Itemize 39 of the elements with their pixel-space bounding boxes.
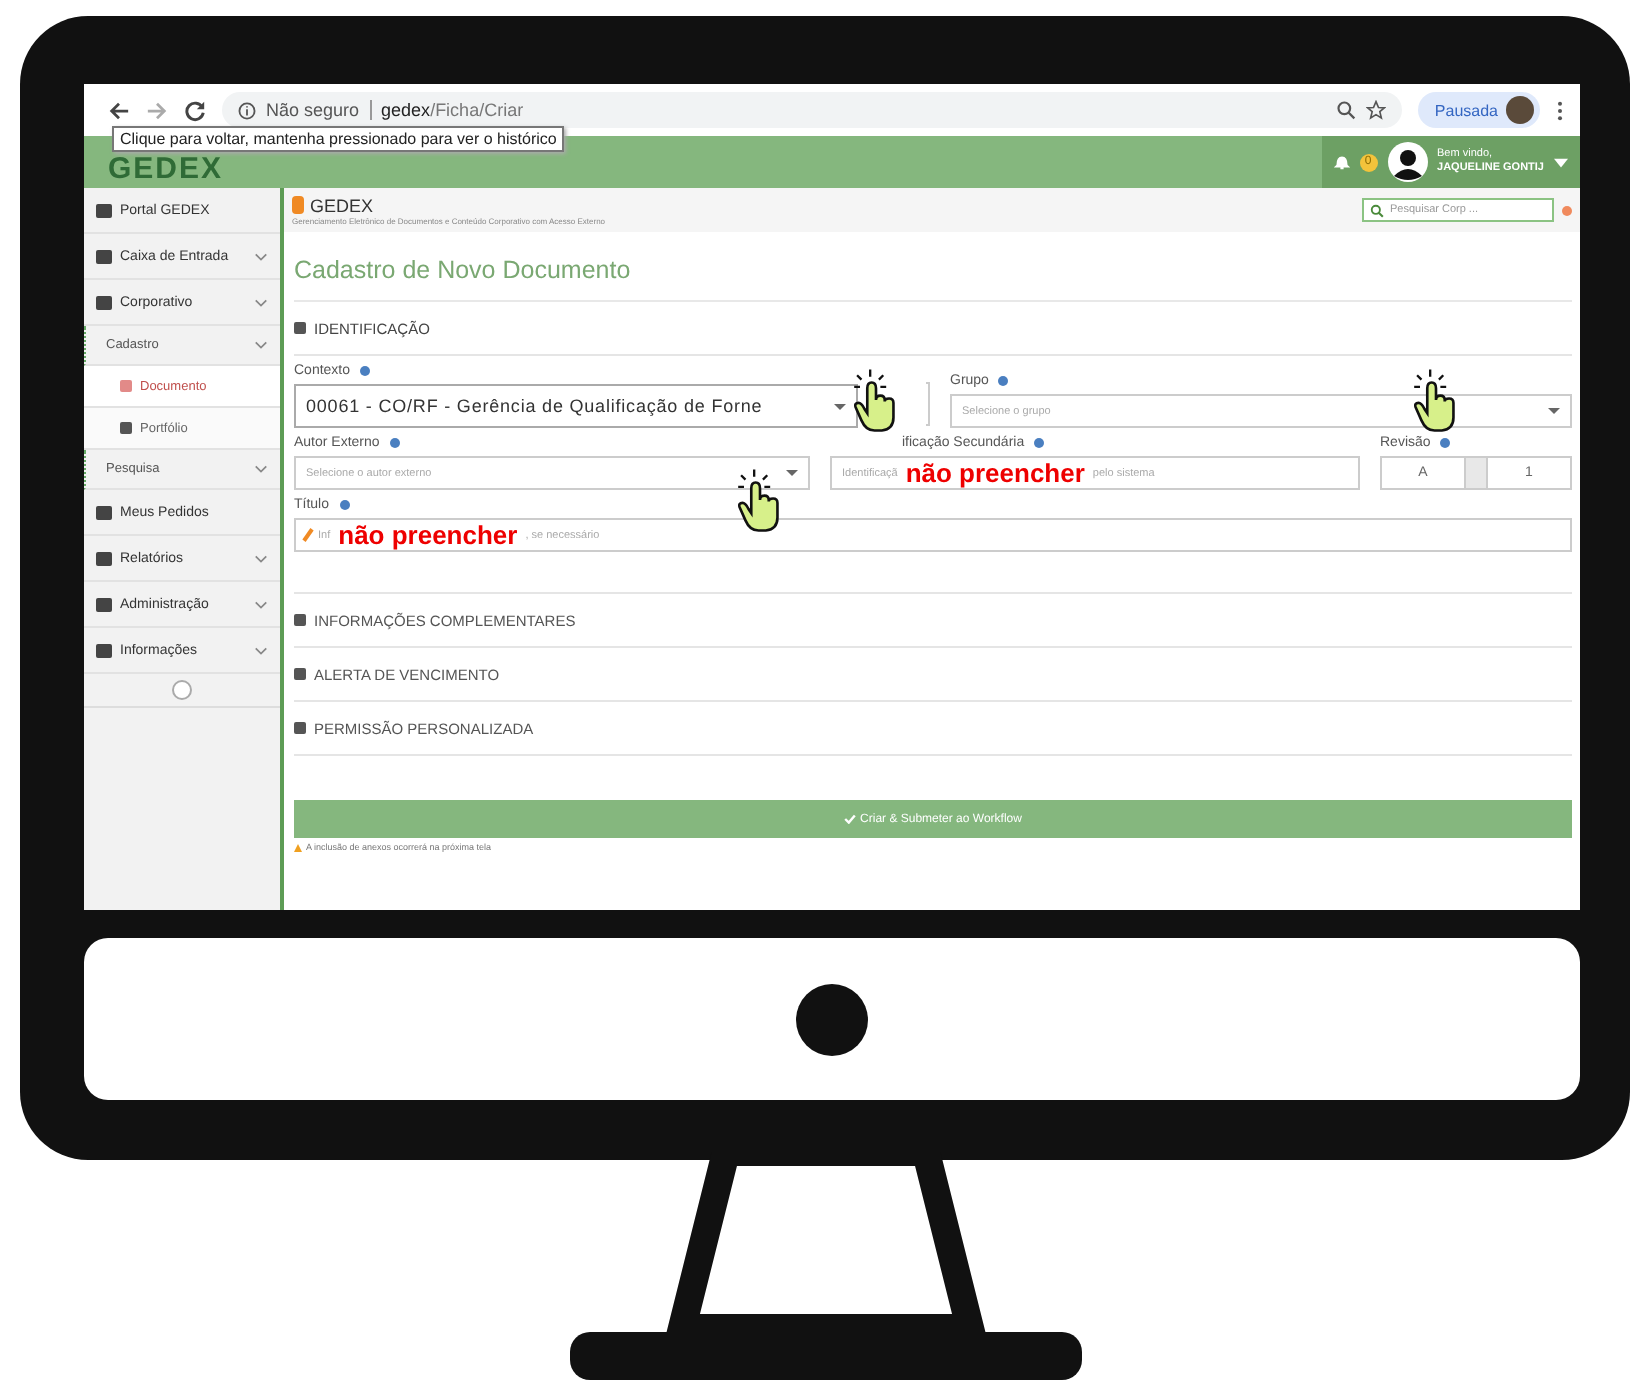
back-icon[interactable] xyxy=(108,99,130,121)
caret-icon xyxy=(834,403,846,409)
url-text: gedex/Ficha/Criar xyxy=(381,100,524,120)
warning-icon xyxy=(294,843,302,851)
address-bar[interactable]: Não seguro gedex/Ficha/Criar xyxy=(222,92,1403,128)
zoom-icon[interactable] xyxy=(1336,100,1357,120)
pointing-hand-icon xyxy=(738,468,782,532)
menu-icon[interactable] xyxy=(1556,99,1564,121)
info-icon xyxy=(1034,438,1045,448)
pointing-hand-icon xyxy=(854,368,898,432)
info-icon xyxy=(1440,438,1451,448)
info-icon xyxy=(998,376,1009,386)
info-icon xyxy=(339,500,350,510)
security-label: Não seguro xyxy=(266,100,372,120)
brand-name: GEDEX xyxy=(310,195,374,215)
reload-icon[interactable] xyxy=(184,99,206,121)
check-icon xyxy=(844,814,857,824)
pointing-hand-icon xyxy=(1414,368,1458,432)
avatar-icon xyxy=(1506,96,1534,124)
profile-button[interactable]: Pausada xyxy=(1418,92,1540,128)
caret-icon xyxy=(1548,408,1560,414)
bell-icon[interactable] xyxy=(1333,154,1350,170)
info-icon xyxy=(238,101,256,119)
logo: GEDEX xyxy=(108,151,224,185)
status-dot-icon xyxy=(1562,205,1572,215)
search-icon xyxy=(1370,203,1384,217)
caret-icon[interactable] xyxy=(1554,157,1568,167)
star-icon[interactable] xyxy=(1366,100,1387,120)
pencil-icon xyxy=(302,528,314,542)
annotation-text: não preencher xyxy=(903,458,1087,488)
power-button-icon xyxy=(796,983,868,1055)
info-icon xyxy=(389,438,400,448)
context-select[interactable]: 00061 - CO/RF - Gerência de Qualificação de Forne xyxy=(294,384,858,428)
info-icon xyxy=(360,366,371,376)
caret-icon xyxy=(786,470,798,476)
annotation-text: não preencher xyxy=(336,520,520,550)
page-title: Cadastro de Novo Documento xyxy=(294,232,1572,302)
avatar-icon xyxy=(1387,142,1428,182)
tooltip: Clique para voltar, mantenha pressionado para ver o histórico xyxy=(112,126,565,152)
